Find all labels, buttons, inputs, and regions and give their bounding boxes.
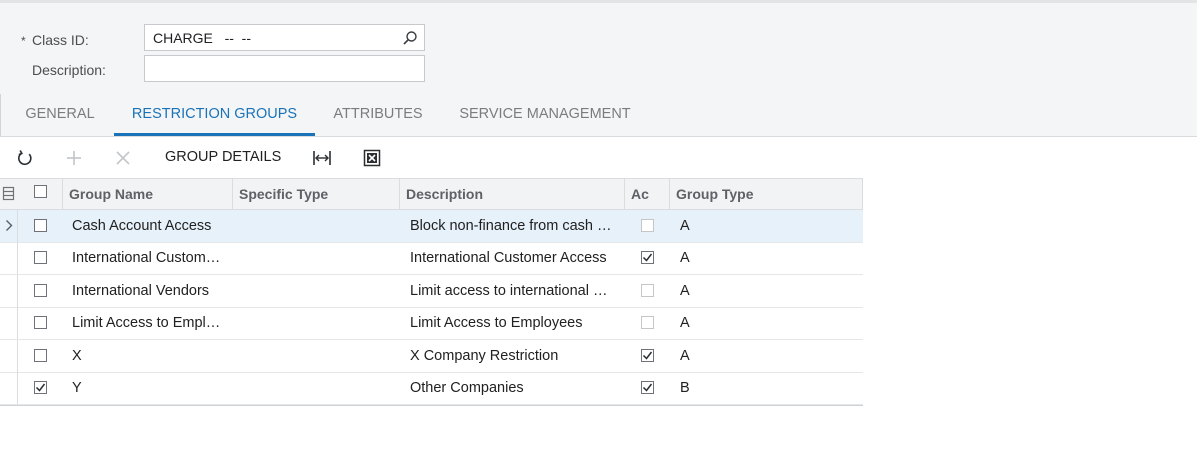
excel-export-icon[interactable] [362,148,382,168]
include-checkbox[interactable] [34,348,47,362]
include-checkbox[interactable] [34,381,47,394]
row-gutter[interactable] [0,210,18,242]
table-row[interactable]: Limit Access to Empl… Limit Access to Emp… [0,307,863,341]
required-mark: * [21,34,26,48]
grid-header: Group Name Specific Type Description Ac … [0,178,863,210]
fit-columns-icon[interactable] [312,148,332,168]
specific-type-cell[interactable] [238,340,396,372]
select-all-checkbox[interactable] [34,185,47,198]
active-checkbox[interactable] [641,251,654,265]
table-row[interactable]: International Custom… International Custo… [0,242,863,276]
specific-type-cell[interactable] [238,275,396,307]
restriction-groups-grid: Group Name Specific Type Description Ac … [0,178,863,406]
active-checkbox[interactable] [641,348,654,362]
table-row[interactable]: International Vendors Limit access to int… [0,274,863,308]
group-type-cell[interactable]: A [680,340,850,372]
form-header: * Class ID: CHARGE -- -- Description: GE… [0,3,1197,137]
specific-type-cell[interactable] [238,242,396,274]
description-cell[interactable]: Limit access to international … [410,275,618,307]
current-row-chevron-icon [6,220,13,231]
group-name-cell[interactable]: X [72,340,224,372]
class-id-label: Class ID: [32,32,89,48]
group-name-cell[interactable]: Y [72,372,224,404]
include-checkbox[interactable] [34,251,47,265]
group-type-cell[interactable]: A [680,307,850,339]
description-cell[interactable]: Other Companies [410,372,618,404]
include-checkbox[interactable] [34,219,47,232]
refresh-icon[interactable] [15,148,35,168]
group-name-cell[interactable]: Cash Account Access [72,210,224,242]
delete-x-icon[interactable] [113,148,133,168]
active-tab-indicator [114,133,315,136]
active-checkbox[interactable] [641,283,654,297]
tab-general[interactable]: GENERAL [18,91,102,137]
description-cell[interactable]: International Customer Access [410,242,618,274]
specific-type-cell[interactable] [238,210,396,242]
column-header-group-name[interactable]: Group Name [62,179,232,210]
active-checkbox[interactable] [641,381,654,394]
specific-type-cell[interactable] [238,307,396,339]
row-gutter[interactable] [0,274,18,307]
tab-restriction-groups[interactable]: RESTRICTION GROUPS [120,91,309,137]
class-id-field[interactable]: CHARGE -- -- [144,24,425,51]
group-name-cell[interactable]: Limit Access to Empl… [72,307,224,339]
description-cell[interactable]: Block non-finance from cash … [410,210,618,242]
tab-bar-divider [0,94,1,136]
table-row[interactable]: Y Other Companies B [0,372,863,405]
group-type-cell[interactable]: A [680,242,850,274]
row-gutter[interactable] [0,307,18,340]
column-header-description[interactable]: Description [399,179,624,210]
specific-type-cell[interactable] [238,372,396,404]
group-name-cell[interactable]: International Custom… [72,242,224,274]
search-icon[interactable] [402,30,418,46]
tab-service-management[interactable]: SERVICE MANAGEMENT [452,91,638,137]
group-name-cell[interactable]: International Vendors [72,275,224,307]
group-type-cell[interactable]: A [680,210,850,242]
table-row[interactable]: Cash Account Access Block non-finance fro… [0,210,863,243]
class-id-value[interactable]: CHARGE -- -- [153,30,251,46]
description-field[interactable] [144,55,425,82]
tab-attributes[interactable]: ATTRIBUTES [327,91,429,137]
column-header-active[interactable]: Ac [624,179,669,210]
group-type-cell[interactable]: A [680,275,850,307]
include-checkbox[interactable] [34,316,47,330]
description-cell[interactable]: X Company Restriction [410,340,618,372]
group-details-button[interactable]: GROUP DETAILS [165,149,281,165]
plus-icon[interactable] [64,148,84,168]
grid-toolbar: GROUP DETAILS [0,138,1197,178]
tab-bar: GENERAL RESTRICTION GROUPS ATTRIBUTES SE… [0,91,1197,137]
row-settings-icon[interactable] [2,186,15,201]
column-header-group-type[interactable]: Group Type [669,179,863,210]
row-gutter[interactable] [0,339,18,372]
group-type-cell[interactable]: B [680,372,850,404]
include-checkbox[interactable] [34,283,47,297]
row-gutter[interactable] [0,242,18,275]
row-gutter[interactable] [0,372,18,404]
active-checkbox[interactable] [641,316,654,330]
table-row[interactable]: X X Company Restriction A [0,339,863,373]
description-label: Description: [32,62,106,78]
description-cell[interactable]: Limit Access to Employees [410,307,618,339]
active-checkbox[interactable] [641,219,654,232]
column-header-specific-type[interactable]: Specific Type [232,179,399,210]
